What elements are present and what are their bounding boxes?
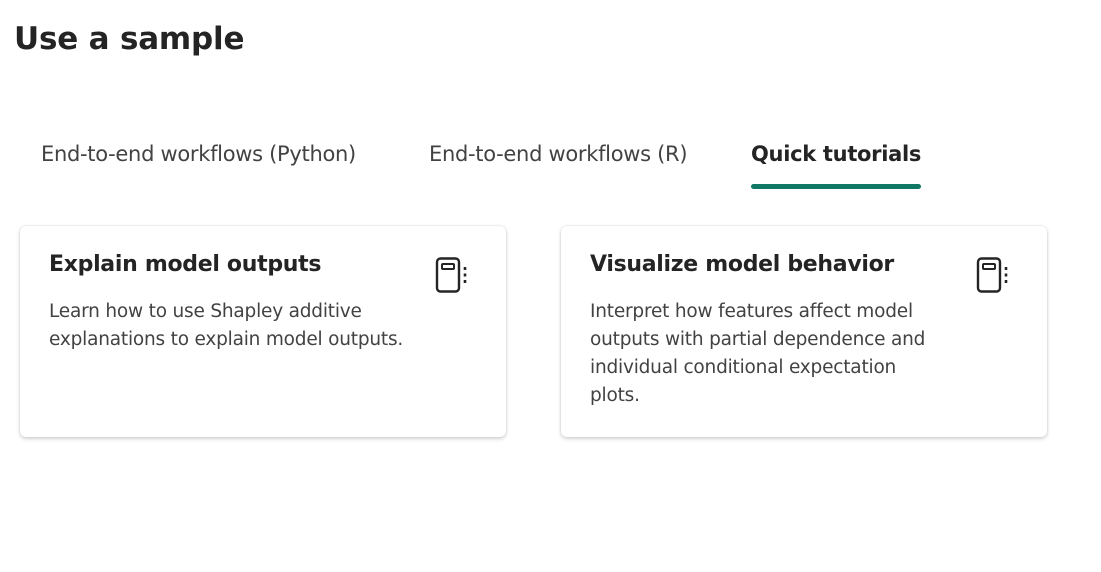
sample-card-visualize-model-behavior[interactable]: Visualize model behavior Interpret how f… bbox=[561, 226, 1047, 437]
tab-end-to-end-python[interactable]: End-to-end workflows (Python) bbox=[41, 130, 356, 190]
page-title: Use a sample bbox=[14, 21, 245, 57]
active-tab-indicator bbox=[751, 184, 922, 189]
notebook-icon bbox=[976, 257, 1008, 293]
tab-list: End-to-end workflows (Python) End-to-end… bbox=[0, 130, 1101, 194]
card-description: Learn how to use Shapley additive explan… bbox=[49, 301, 404, 350]
tab-end-to-end-r[interactable]: End-to-end workflows (R) bbox=[429, 130, 688, 190]
notebook-icon bbox=[435, 257, 467, 293]
sample-card-explain-model-outputs[interactable]: Explain model outputs Learn how to use S… bbox=[20, 226, 506, 437]
tab-quick-tutorials-label: Quick tutorials bbox=[751, 142, 922, 166]
tab-quick-tutorials[interactable]: Quick tutorials bbox=[751, 130, 921, 190]
card-title: Visualize model behavior bbox=[590, 252, 894, 277]
card-title: Explain model outputs bbox=[49, 252, 322, 277]
card-description: Interpret how features affect model outp… bbox=[590, 301, 926, 406]
